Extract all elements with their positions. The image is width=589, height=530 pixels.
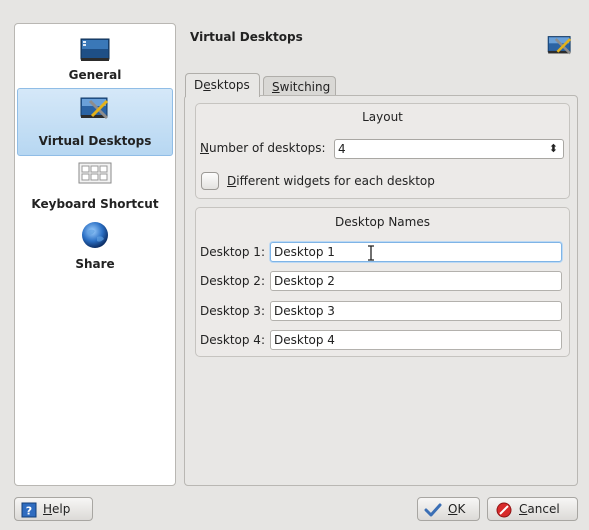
sidebar-item-label: Keyboard Shortcut <box>31 197 159 211</box>
sidebar-item-label: General <box>68 68 122 82</box>
tab-label: S <box>272 80 280 94</box>
keyboard-icon <box>78 162 112 184</box>
svg-text:?: ? <box>26 505 32 518</box>
sidebar-item-label: Virtual Desktops <box>38 134 152 148</box>
help-button[interactable]: ? Help <box>14 497 93 521</box>
label-text: ifferent widgets for each desktop <box>236 174 435 188</box>
desktop-4-name-input[interactable] <box>270 330 562 350</box>
desktop-1-label: Desktop 1: <box>200 245 265 259</box>
virtual-desktops-icon <box>547 36 572 55</box>
up-down-arrow-icon: ⬍ <box>548 142 558 155</box>
button-label: K <box>457 502 466 516</box>
virtual-desktops-icon <box>80 97 109 120</box>
tab-label: sktops <box>210 78 250 92</box>
desktop-3-name-input[interactable] <box>270 301 562 321</box>
desktop-2-label: Desktop 2: <box>200 274 265 288</box>
label-text: umber of desktops: <box>208 141 326 155</box>
tab-label: D <box>194 78 204 92</box>
desktop-4-label: Desktop 4: <box>200 333 265 347</box>
help-icon: ? <box>21 502 37 518</box>
page-title: Virtual Desktops <box>190 30 303 44</box>
select-value: 4 <box>338 142 346 156</box>
button-mnemonic: H <box>43 502 53 516</box>
cancel-button[interactable]: Cancel <box>487 497 578 521</box>
sidebar-item-virtual-desktops[interactable]: Virtual Desktops <box>17 88 173 156</box>
cancel-icon <box>496 502 512 518</box>
desktop-names-group-title: Desktop Names <box>335 215 430 229</box>
sidebar-item-label: Share <box>75 257 115 271</box>
label-mnemonic: D <box>227 174 237 188</box>
desktop-3-label: Desktop 3: <box>200 304 265 318</box>
desktop-1-name-input[interactable] <box>270 242 562 262</box>
sidebar-item-general[interactable]: General <box>17 32 173 90</box>
desktop-icon <box>80 38 110 61</box>
ok-button[interactable]: OK <box>417 497 480 521</box>
sidebar-item-share[interactable]: Share <box>17 218 173 274</box>
tab-desktops[interactable]: Desktops <box>185 73 260 97</box>
sidebar: General Virtual Desktops Keyboard Shortc… <box>14 23 176 486</box>
different-widgets-label[interactable]: Different widgets for each desktop <box>227 174 435 188</box>
desktop-2-name-input[interactable] <box>270 271 562 291</box>
checkmark-icon <box>424 503 442 517</box>
label-mnemonic: N <box>200 141 209 155</box>
tab-switching[interactable]: Switching <box>263 76 336 97</box>
layout-group-title: Layout <box>362 110 403 124</box>
different-widgets-checkbox[interactable] <box>201 172 219 190</box>
sidebar-item-keyboard-shortcut[interactable]: Keyboard Shortcut <box>17 158 173 214</box>
number-of-desktops-select[interactable]: 4 ⬍ <box>334 139 564 159</box>
number-of-desktops-label: Number of desktops: <box>200 141 326 155</box>
tab-label: e <box>203 78 211 92</box>
button-label: ancel <box>527 502 560 516</box>
button-label: elp <box>52 502 71 516</box>
globe-icon <box>82 222 108 248</box>
tab-label: witching <box>279 80 331 94</box>
text-cursor-icon <box>368 245 374 261</box>
